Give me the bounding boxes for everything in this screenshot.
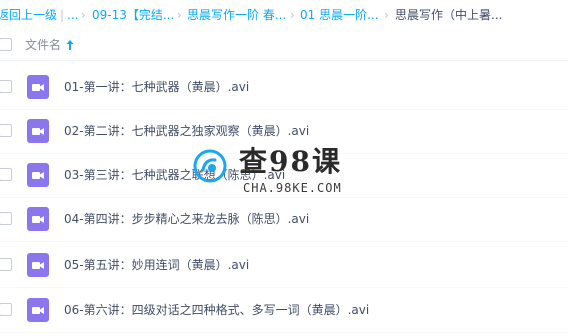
breadcrumb-crumb-3[interactable]: 01 思晨一阶... [300,0,379,30]
file-list-header: 文件名 [0,30,568,61]
file-name[interactable]: 03-第三讲：七种武器之联想（陈思）.avi [64,153,285,197]
row-checkbox[interactable] [0,124,12,137]
file-name[interactable]: 01-第一讲：七种武器（黄晨）.avi [64,65,249,109]
breadcrumb-separator: › [384,8,389,22]
breadcrumb-separator: › [177,8,182,22]
file-row[interactable]: 04-第四讲：步步精心之来龙去脉（陈思）.avi [0,197,568,242]
breadcrumb-crumb-1[interactable]: 09-13【完结... [92,0,174,30]
breadcrumb-ellipsis[interactable]: ... [67,0,78,30]
file-row[interactable]: 03-第三讲：七种武器之联想（陈思）.avi [0,153,568,198]
breadcrumb-divider: | [60,8,65,22]
video-file-icon [27,298,49,322]
breadcrumb-current: 思晨写作（中上暑... [395,8,503,22]
row-checkbox[interactable] [0,212,12,225]
file-row[interactable]: 01-第一讲：七种武器（黄晨）.avi [0,65,568,110]
file-name[interactable]: 06-第六讲：四级对话之四种格式、多写一词（黄晨）.avi [64,288,369,332]
column-header-filename[interactable]: 文件名 [25,30,61,60]
file-name[interactable]: 04-第四讲：步步精心之来龙去脉（陈思）.avi [64,197,309,241]
breadcrumb-separator: › [81,8,86,22]
video-file-icon [27,163,49,187]
row-checkbox[interactable] [0,303,12,316]
video-file-icon [27,207,49,231]
file-name[interactable]: 05-第五讲：妙用连词（黄晨）.avi [64,243,249,287]
file-row[interactable]: 05-第五讲：妙用连词（黄晨）.avi [0,243,568,288]
row-checkbox[interactable] [0,258,12,271]
back-link[interactable]: 返回上一级 [0,0,57,30]
file-row[interactable]: 06-第六讲：四级对话之四种格式、多写一词（黄晨）.avi [0,288,568,333]
file-row[interactable]: 02-第二讲：七种武器之独家观察（黄晨）.avi [0,109,568,154]
row-checkbox[interactable] [0,168,12,181]
select-all-checkbox[interactable] [0,38,12,51]
sort-up-arrow-icon[interactable] [66,39,74,51]
video-file-icon [27,75,49,99]
file-name[interactable]: 02-第二讲：七种武器之独家观察（黄晨）.avi [64,109,309,153]
breadcrumb: 返回上一级 | ... › 09-13【完结... › 思晨写作一阶 春... … [0,0,568,30]
breadcrumb-crumb-2[interactable]: 思晨写作一阶 春... [187,0,286,30]
breadcrumb-separator: › [290,8,295,22]
row-checkbox[interactable] [0,80,12,93]
video-file-icon [27,253,49,277]
video-file-icon [27,119,49,143]
